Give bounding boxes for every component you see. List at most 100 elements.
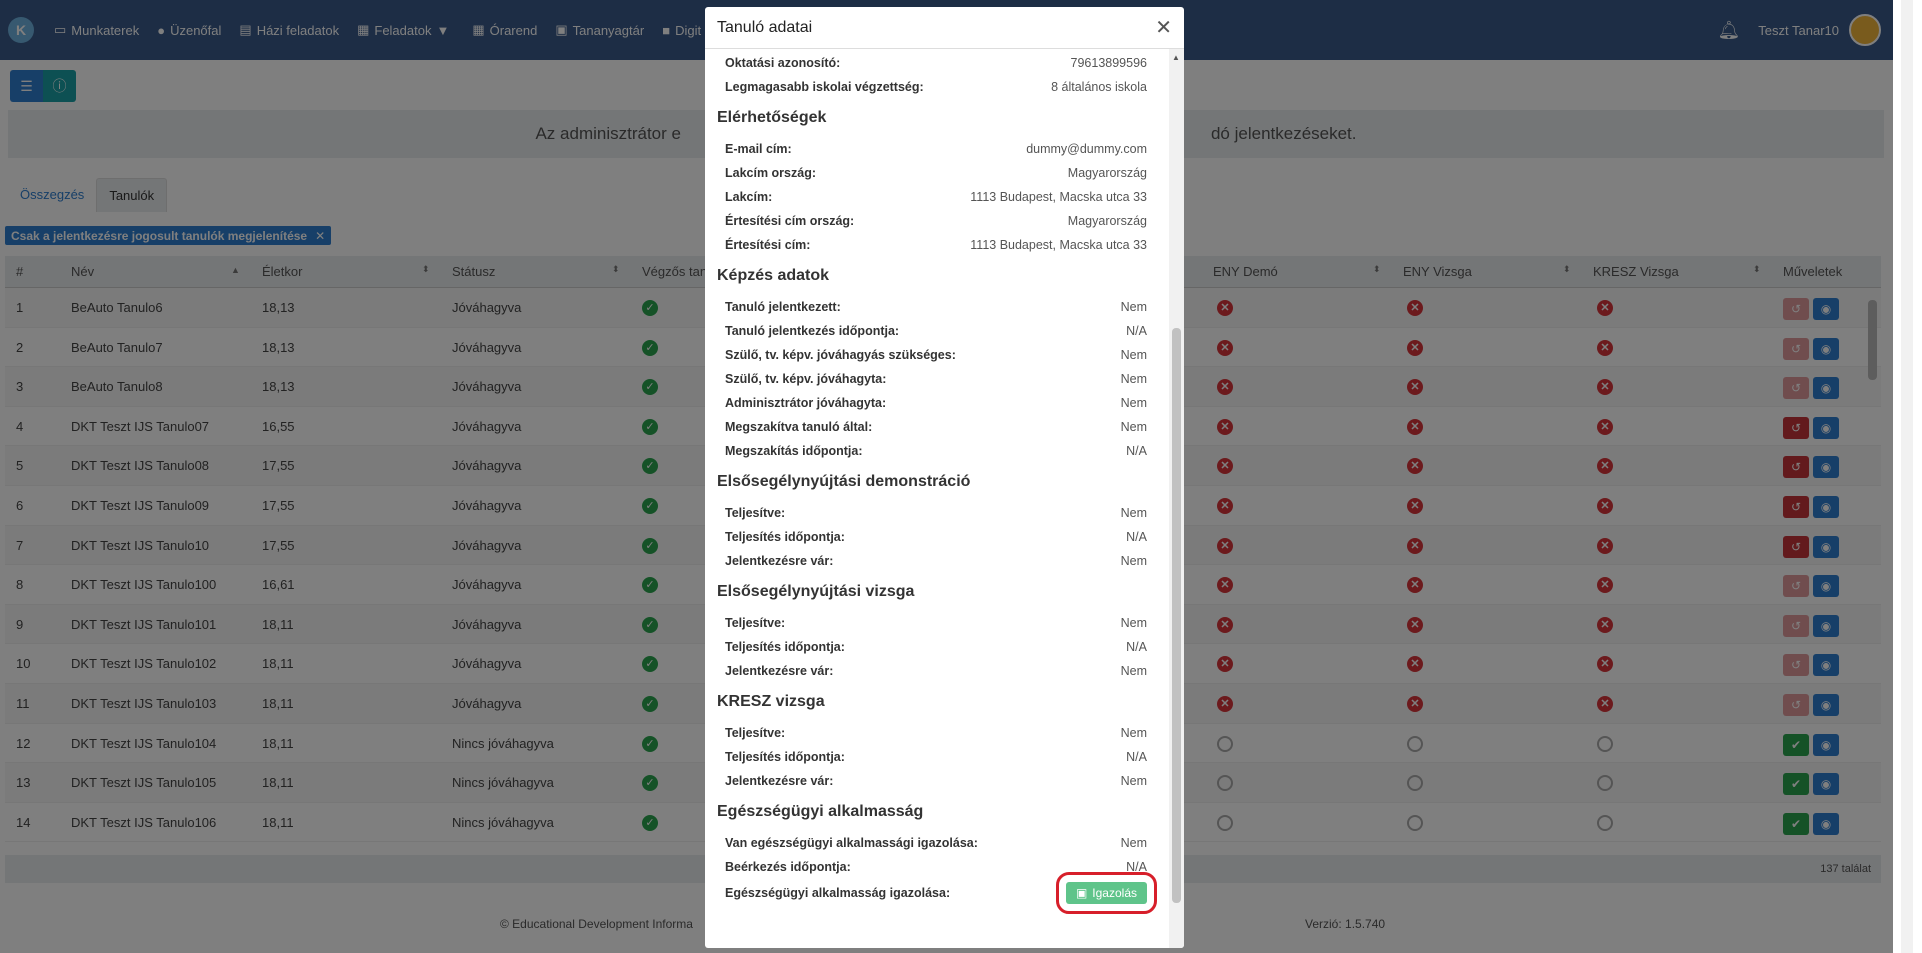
- detail-row: Értesítési cím ország: Magyarország: [717, 209, 1155, 233]
- detail-key: Megszakítás időpontja:: [725, 444, 863, 458]
- detail-row: E-mail cím: dummy@dummy.com: [717, 137, 1155, 161]
- detail-value: Nem: [1120, 348, 1147, 362]
- detail-key: Értesítési cím ország:: [725, 214, 855, 228]
- igazolas-button[interactable]: ▣ Igazolás: [1055, 872, 1158, 914]
- section: KRESZ vizsga Teljesítve: Nem Teljesítés …: [717, 693, 1155, 793]
- detail-row: Oktatási azonosító: 79613899596: [717, 51, 1155, 75]
- detail-key: Teljesítve:: [725, 506, 786, 520]
- modal-top-rows: Oktatási azonosító: 79613899596 Legmagas…: [717, 49, 1155, 99]
- detail-row: Jelentkezésre vár: Nem: [717, 549, 1155, 573]
- detail-row: Szülő, tv. képv. jóváhagyta: Nem: [717, 367, 1155, 391]
- section: Elsősegélynyújtási demonstráció Teljesít…: [717, 473, 1155, 573]
- detail-value: 1113 Budapest, Macska utca 33: [970, 190, 1147, 204]
- detail-row: Adminisztrátor jóváhagyta: Nem: [717, 391, 1155, 415]
- detail-value: Nem: [1120, 396, 1147, 410]
- scroll-up-icon[interactable]: ▲: [1172, 53, 1180, 62]
- detail-row: Szülő, tv. képv. jóváhagyás szükséges: N…: [717, 343, 1155, 367]
- detail-value: Nem: [1120, 300, 1147, 314]
- detail-key: Teljesítés időpontja:: [725, 530, 845, 544]
- detail-value: Magyarország: [1067, 166, 1147, 180]
- detail-row: Teljesítés időpontja: N/A: [717, 525, 1155, 549]
- section-title: Elérhetőségek: [717, 109, 827, 126]
- detail-key: Tanuló jelentkezés időpontja:: [725, 324, 900, 338]
- detail-value: 8 általános iskola: [1051, 80, 1147, 94]
- detail-value: Nem: [1120, 420, 1147, 434]
- detail-value: Nem: [1120, 554, 1147, 568]
- detail-value: 79613899596: [1070, 56, 1147, 70]
- section: Képzés adatok Tanuló jelentkezett: Nem T…: [717, 267, 1155, 463]
- detail-row: Legmagasabb iskolai végzettség: 8 általá…: [717, 75, 1155, 99]
- detail-row: Lakcím: 1113 Budapest, Macska utca 33: [717, 185, 1155, 209]
- detail-row: Beérkezés időpontja: N/A: [717, 855, 1155, 879]
- detail-value: 1113 Budapest, Macska utca 33: [970, 238, 1147, 252]
- detail-value: Nem: [1120, 372, 1147, 386]
- detail-key: E-mail cím:: [725, 142, 792, 156]
- detail-key: Teljesítés időpontja:: [725, 640, 845, 654]
- student-details-modal: Tanuló adatai ✕ Oktatási azonosító: 7961…: [705, 7, 1184, 948]
- detail-value: Nem: [1120, 616, 1147, 630]
- health-cert-label: Egészségügyi alkalmasság igazolása:: [725, 886, 951, 900]
- section-title: Elsősegélynyújtási vizsga: [717, 583, 915, 600]
- detail-key: Jelentkezésre vár:: [725, 774, 834, 788]
- detail-row: Tanuló jelentkezés időpontja: N/A: [717, 319, 1155, 343]
- detail-row: Értesítési cím: 1113 Budapest, Macska ut…: [717, 233, 1155, 257]
- detail-row: Van egészségügyi alkalmassági igazolása:…: [717, 831, 1155, 855]
- detail-row: Megszakítva tanuló által: Nem: [717, 415, 1155, 439]
- detail-key: Jelentkezésre vár:: [725, 664, 834, 678]
- modal-title: Tanuló adatai: [717, 18, 813, 36]
- detail-key: Lakcím ország:: [725, 166, 817, 180]
- detail-row: Teljesítés időpontja: N/A: [717, 745, 1155, 769]
- page-scrollbar-area: [1893, 0, 1922, 953]
- app-frame: K ▭Munkaterek ●Üzenőfal ▤Házi feladatok …: [0, 0, 1893, 953]
- detail-key: Legmagasabb iskolai végzettség:: [725, 80, 924, 94]
- detail-key: Van egészségügyi alkalmassági igazolása:: [725, 836, 978, 850]
- section-title: Képzés adatok: [717, 267, 830, 284]
- modal-scrollbar[interactable]: ▲: [1169, 49, 1184, 948]
- detail-value: N/A: [1126, 444, 1147, 458]
- detail-key: Adminisztrátor jóváhagyta:: [725, 396, 887, 410]
- modal-scroll-thumb[interactable]: [1172, 328, 1181, 903]
- detail-row: Teljesítés időpontja: N/A: [717, 635, 1155, 659]
- modal-sections: Elérhetőségek E-mail cím: dummy@dummy.co…: [717, 109, 1155, 879]
- modal-body: Oktatási azonosító: 79613899596 Legmagas…: [705, 49, 1167, 948]
- detail-value: Nem: [1120, 836, 1147, 850]
- detail-value: Nem: [1120, 726, 1147, 740]
- detail-key: Szülő, tv. képv. jóváhagyás szükséges:: [725, 348, 956, 362]
- modal-header: Tanuló adatai ✕: [705, 7, 1184, 49]
- detail-value: N/A: [1126, 640, 1147, 654]
- detail-row: Megszakítás időpontja: N/A: [717, 439, 1155, 463]
- section-title: Elsősegélynyújtási demonstráció: [717, 473, 971, 490]
- detail-row: Jelentkezésre vár: Nem: [717, 769, 1155, 793]
- section: Elsősegélynyújtási vizsga Teljesítve: Ne…: [717, 583, 1155, 683]
- detail-key: Jelentkezésre vár:: [725, 554, 834, 568]
- section: Egészségügyi alkalmasság Van egészségügy…: [717, 803, 1155, 879]
- detail-value: N/A: [1126, 750, 1147, 764]
- close-icon[interactable]: ✕: [1155, 15, 1172, 40]
- detail-row: Teljesítve: Nem: [717, 721, 1155, 745]
- detail-value: N/A: [1126, 530, 1147, 544]
- detail-row: Teljesítve: Nem: [717, 501, 1155, 525]
- save-icon: ▣: [1075, 886, 1088, 900]
- detail-key: Szülő, tv. képv. jóváhagyta:: [725, 372, 887, 386]
- section: Elérhetőségek E-mail cím: dummy@dummy.co…: [717, 109, 1155, 257]
- page-scrollbar[interactable]: [1901, 0, 1913, 953]
- detail-row: Teljesítve: Nem: [717, 611, 1155, 635]
- detail-key: Tanuló jelentkezett:: [725, 300, 841, 314]
- detail-value: Nem: [1120, 774, 1147, 788]
- detail-value: dummy@dummy.com: [1026, 142, 1147, 156]
- detail-value: Nem: [1120, 506, 1147, 520]
- detail-row: Jelentkezésre vár: Nem: [717, 659, 1155, 683]
- igazolas-label: Igazolás: [1092, 886, 1137, 900]
- detail-row: Lakcím ország: Magyarország: [717, 161, 1155, 185]
- section-title: Egészségügyi alkalmasság: [717, 803, 924, 820]
- detail-key: Lakcím:: [725, 190, 773, 204]
- detail-value: Nem: [1120, 664, 1147, 678]
- detail-key: Oktatási azonosító:: [725, 56, 841, 70]
- detail-key: Beérkezés időpontja:: [725, 860, 851, 874]
- detail-value: N/A: [1126, 860, 1147, 874]
- section-title: KRESZ vizsga: [717, 693, 825, 710]
- detail-row: Tanuló jelentkezett: Nem: [717, 295, 1155, 319]
- detail-key: Értesítési cím:: [725, 238, 811, 252]
- health-cert-row: Egészségügyi alkalmasság igazolása: ▣ Iga…: [717, 872, 1158, 914]
- detail-value: Magyarország: [1067, 214, 1147, 228]
